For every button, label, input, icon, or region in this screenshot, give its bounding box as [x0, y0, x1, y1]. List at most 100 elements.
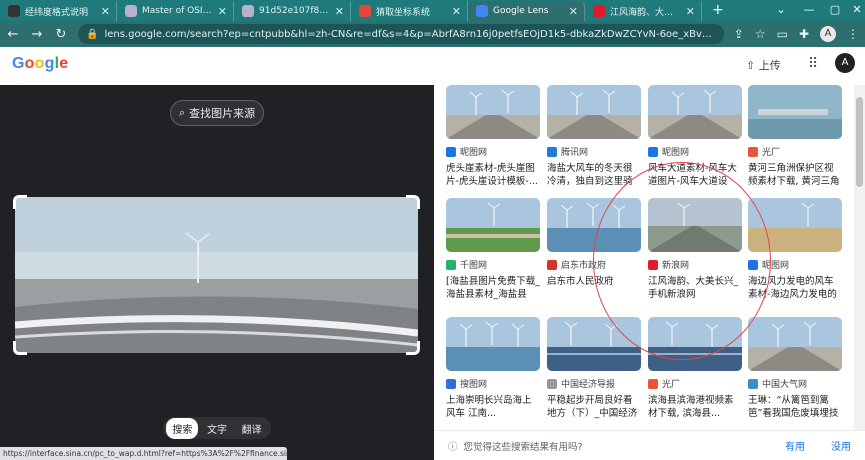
- result-source-name: 新浪网: [662, 261, 690, 271]
- thumbnail-art: [446, 317, 540, 371]
- result-card[interactable]: 腾讯网海盐大风车的冬天很冷清，独自到这里骑行...: [547, 85, 641, 188]
- result-card[interactable]: 昵图网虎头崖素材-虎头崖图片-虎头崖设计模板-...: [446, 85, 540, 188]
- lock-icon: 🔒: [86, 28, 99, 40]
- source-favicon-icon: [648, 259, 658, 270]
- thumbnail-art: [748, 317, 842, 371]
- forward-icon[interactable]: →: [30, 27, 44, 42]
- result-card[interactable]: 新浪网江风海韵、大美长兴_手机新浪网: [648, 198, 742, 301]
- result-thumbnail[interactable]: [446, 85, 540, 139]
- result-title[interactable]: 启东市人民政府: [547, 275, 641, 301]
- result-thumbnail[interactable]: [547, 317, 641, 371]
- crop-handle-top-right[interactable]: [406, 195, 420, 209]
- url-field[interactable]: 🔒 lens.google.com/search?ep=cntpubb&hl=z…: [78, 24, 724, 44]
- tab-close-icon[interactable]: ✕: [452, 5, 461, 18]
- results-scrollbar-thumb[interactable]: [856, 97, 863, 187]
- feedback-no-button[interactable]: 没用: [831, 438, 851, 453]
- result-source-name: 中国经济导报: [561, 380, 616, 390]
- chevron-down-icon[interactable]: ⌄: [767, 0, 795, 21]
- account-avatar[interactable]: A: [835, 53, 855, 73]
- result-thumbnail[interactable]: [748, 85, 842, 139]
- result-title[interactable]: 滨海县滨海港视频素材下载, 滨海县...: [648, 394, 742, 420]
- browser-tab[interactable]: Google Lens ✕: [468, 1, 585, 21]
- reload-icon[interactable]: ↻: [54, 27, 68, 42]
- find-source-label: 查找图片来源: [189, 107, 256, 120]
- result-card[interactable]: 搜图网 上海崇明长兴岛海上风车 江南...: [446, 317, 540, 420]
- result-title[interactable]: 风车大道素材-风车大道图片-风车大道设计...: [648, 162, 742, 188]
- result-source: 新浪网: [648, 258, 742, 271]
- new-tab-button[interactable]: +: [702, 1, 734, 21]
- result-card[interactable]: 千图网 [海盐县图片免费下载_海盐县素材_海盐县模...: [446, 198, 540, 301]
- query-image[interactable]: [15, 197, 418, 353]
- query-image-art: [15, 197, 418, 353]
- result-thumbnail[interactable]: [547, 85, 641, 139]
- result-card[interactable]: 中国大气网王琳：“从篱笆到篱笆”看我国危废填埋技术...: [748, 317, 842, 420]
- info-icon: ⓘ: [448, 441, 458, 453]
- tab-close-icon[interactable]: ✕: [335, 5, 344, 18]
- menu-kebab-icon[interactable]: ⋮: [847, 27, 859, 41]
- tab-close-icon[interactable]: ✕: [218, 5, 227, 18]
- result-card[interactable]: 启东市政府启东市人民政府: [547, 198, 641, 301]
- apps-grid-icon[interactable]: ⠿: [808, 56, 818, 72]
- result-thumbnail[interactable]: [446, 198, 540, 252]
- url-text: lens.google.com/search?ep=cntpubb&hl=zh-…: [104, 28, 715, 40]
- browser-tab[interactable]: 91d52e107f83e20cf72a8 ✕: [234, 1, 351, 21]
- result-title[interactable]: [海盐县图片免费下载_海盐县素材_海盐县模...: [446, 275, 540, 301]
- result-card[interactable]: 光厂黄河三角洲保护区视频素材下载, 黄河三角洲...: [748, 85, 842, 188]
- tab-favicon-icon: [359, 5, 371, 17]
- result-card[interactable]: 昵图网风车大道素材-风车大道图片-风车大道设计...: [648, 85, 742, 188]
- crop-handle-top-left[interactable]: [13, 195, 27, 209]
- crop-handle-bottom-left[interactable]: [13, 341, 27, 355]
- thumbnail-art: [648, 198, 742, 252]
- result-title[interactable]: 海边风力发电的风车素材-海边风力发电的风...: [748, 275, 842, 301]
- result-title[interactable]: 王琳：“从篱笆到篱笆”看我国危废填埋技术...: [748, 394, 842, 420]
- source-favicon-icon: [547, 378, 557, 389]
- window-close-icon[interactable]: ✕: [843, 0, 865, 21]
- lens-mode-option[interactable]: 搜索: [166, 417, 199, 439]
- result-source: 启东市政府: [547, 258, 641, 271]
- upload-button[interactable]: ⇧ 上传: [746, 57, 781, 73]
- profile-avatar[interactable]: A: [820, 26, 836, 42]
- result-thumbnail[interactable]: [648, 317, 742, 371]
- side-panel-icon[interactable]: ▭: [777, 27, 788, 41]
- result-thumbnail[interactable]: [648, 85, 742, 139]
- share-icon[interactable]: ⇪: [734, 27, 744, 41]
- extensions-icon[interactable]: ✚: [799, 27, 809, 41]
- thumbnail-art: [748, 85, 842, 139]
- tab-close-icon[interactable]: ✕: [569, 5, 578, 18]
- google-header: Google ⇧ 上传 ⠿ A: [0, 47, 865, 85]
- result-card[interactable]: 中国经济导报平稳起步开局良好看地方（下）_中国经济导...: [547, 317, 641, 420]
- feedback-yes-button[interactable]: 有用: [785, 438, 805, 453]
- browser-tab[interactable]: 猜取坐标系统 ✕: [351, 1, 468, 21]
- browser-tab[interactable]: 经纬度格式说明 ✕: [0, 1, 117, 21]
- result-title[interactable]: 海盐大风车的冬天很冷清，独自到这里骑行...: [547, 162, 641, 188]
- result-title[interactable]: 上海崇明长兴岛海上风车 江南...: [446, 394, 540, 420]
- browser-tab[interactable]: Master of OSINT ✕: [117, 1, 234, 21]
- crop-handle-bottom-right[interactable]: [406, 341, 420, 355]
- result-title[interactable]: 江风海韵、大美长兴_手机新浪网: [648, 275, 742, 301]
- result-thumbnail[interactable]: [748, 198, 842, 252]
- tab-close-icon[interactable]: ✕: [686, 5, 695, 18]
- lens-mode-switch: 搜索 文字 翻译: [163, 417, 271, 439]
- result-card[interactable]: 昵图网海边风力发电的风车素材-海边风力发电的风...: [748, 198, 842, 301]
- lens-mode-option[interactable]: 文字: [201, 418, 233, 439]
- result-title[interactable]: 平稳起步开局良好看地方（下）_中国经济导...: [547, 394, 641, 420]
- bookmark-star-icon[interactable]: ☆: [755, 27, 766, 41]
- feedback-question: 您觉得这些搜索结果有用吗?: [463, 441, 583, 453]
- google-logo[interactable]: Google: [12, 55, 68, 73]
- minimize-icon[interactable]: —: [795, 0, 823, 21]
- result-thumbnail[interactable]: [648, 198, 742, 252]
- find-image-source-button[interactable]: ⌕ 查找图片来源: [170, 100, 264, 126]
- back-icon[interactable]: ←: [6, 27, 20, 42]
- tab-favicon-icon: [476, 5, 488, 17]
- result-thumbnail[interactable]: [547, 198, 641, 252]
- result-card[interactable]: 光厂 滨海县滨海港视频素材下载, 滨海县...: [648, 317, 742, 420]
- result-thumbnail[interactable]: [748, 317, 842, 371]
- lens-mode-option[interactable]: 翻译: [236, 418, 268, 439]
- tab-close-icon[interactable]: ✕: [101, 5, 110, 18]
- result-thumbnail[interactable]: [446, 317, 540, 371]
- result-title[interactable]: 黄河三角洲保护区视频素材下载, 黄河三角洲...: [748, 162, 842, 188]
- browser-tab[interactable]: 江风海韵、大美长兴_手机 ✕: [585, 1, 702, 21]
- result-title[interactable]: 虎头崖素材-虎头崖图片-虎头崖设计模板-...: [446, 162, 540, 188]
- logo-letter: o: [34, 55, 45, 72]
- result-source: 昵图网: [446, 145, 540, 158]
